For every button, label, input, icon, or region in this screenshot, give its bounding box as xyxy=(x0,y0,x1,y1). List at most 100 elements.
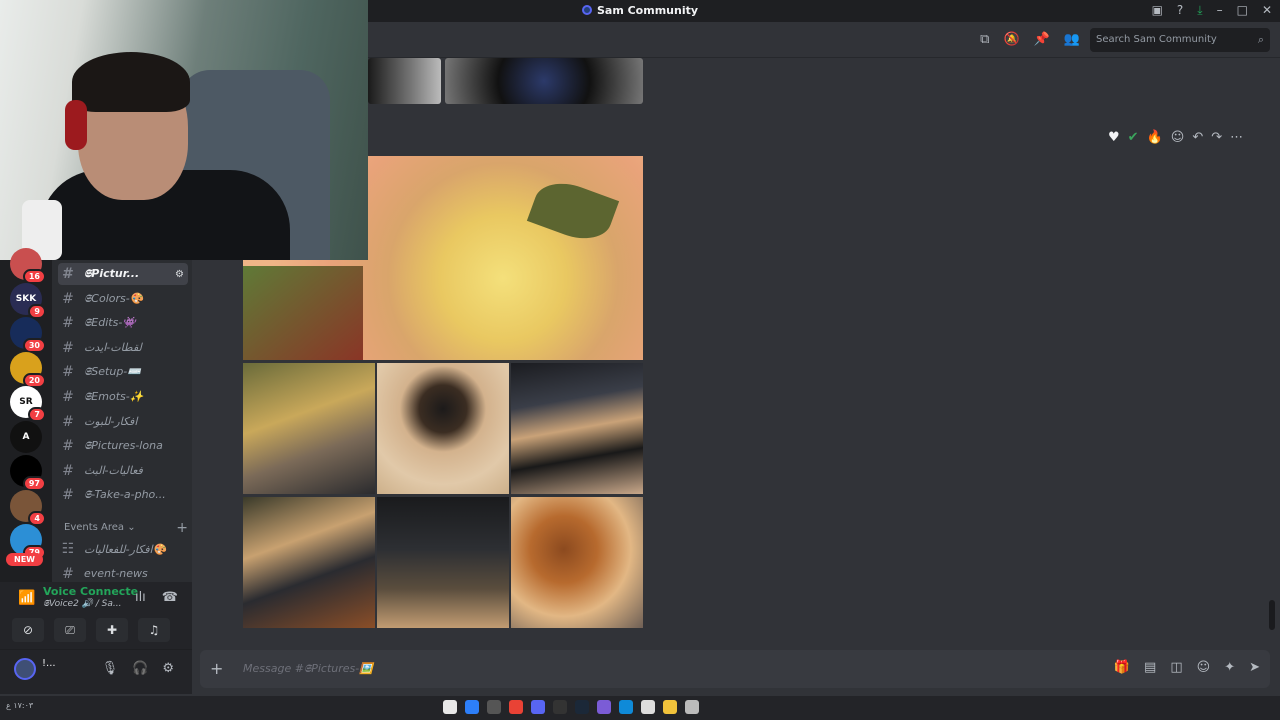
channel-item[interactable]: # 𝕾Edits-👾 xyxy=(58,312,188,334)
server-initials: SR xyxy=(19,397,33,407)
attachment-image[interactable] xyxy=(243,363,375,494)
download-icon[interactable]: ⤓ xyxy=(1197,3,1202,18)
taskbar-clock: ع‎ ١٧:٠٣ xyxy=(6,701,34,710)
taskbar-app-icon[interactable] xyxy=(553,700,567,714)
event-channel-item[interactable]: ☷ افكار-للفعاليات🎨 xyxy=(58,538,188,560)
channel-name: لقطات-ايدت xyxy=(84,341,142,355)
microphone-icon[interactable]: 🎙 xyxy=(102,661,119,676)
taskbar-app-icon[interactable] xyxy=(509,700,523,714)
server-icon[interactable]: 20 xyxy=(10,351,46,388)
attachment-thumbnail[interactable] xyxy=(368,58,441,104)
settings-gear-icon[interactable]: ⚙ xyxy=(162,661,174,676)
hash-icon: # xyxy=(62,339,74,356)
reply-icon[interactable]: ↶ xyxy=(1192,130,1203,145)
attachment-image[interactable] xyxy=(511,497,643,628)
mention-badge: 9 xyxy=(28,303,46,319)
taskbar-app-icon[interactable] xyxy=(575,700,589,714)
attachment-image[interactable] xyxy=(377,363,509,494)
taskbar-app-icon[interactable] xyxy=(531,700,545,714)
channel-item[interactable]: # 𝕾-Take-a-pho... xyxy=(58,484,188,506)
mention-badge: 30 xyxy=(22,338,46,353)
mention-badge: 4 xyxy=(28,510,46,526)
fire-reaction-icon[interactable]: 🔥 xyxy=(1147,130,1163,145)
channel-item[interactable]: # 𝕾Pictur... ⚙ xyxy=(58,263,188,285)
channel-name: 𝕾Pictur... xyxy=(84,267,140,280)
username[interactable]: !... xyxy=(42,658,56,669)
send-icon[interactable]: ➤ xyxy=(1249,660,1260,675)
noise-suppression-icon[interactable]: ılı xyxy=(135,590,146,605)
taskbar-app-icon[interactable] xyxy=(619,700,633,714)
heart-reaction-icon[interactable]: ♥ xyxy=(1108,130,1120,145)
taskbar-app-icon[interactable] xyxy=(487,700,501,714)
attach-plus-icon[interactable]: + xyxy=(210,659,223,678)
channel-list: Events Area ⌄ + # 𝕾Pictur... ⚙ # 𝕾Colors-🎨 # 𝕾… xyxy=(52,260,192,582)
gif-icon[interactable]: ▤ xyxy=(1144,660,1156,675)
camera-off-icon[interactable]: ⊘ xyxy=(12,618,44,642)
chevron-down-icon: ⌄ xyxy=(127,522,136,533)
taskbar-app-icon[interactable] xyxy=(641,700,655,714)
sticker-icon[interactable]: ◫ xyxy=(1170,660,1182,675)
taskbar-app-icon[interactable] xyxy=(685,700,699,714)
taskbar-app-icon[interactable] xyxy=(663,700,677,714)
channel-item[interactable]: # 𝕾Pictures-lona xyxy=(58,435,188,457)
more-icon[interactable]: ⋯ xyxy=(1230,130,1243,145)
maximize-icon[interactable]: □ xyxy=(1237,3,1248,18)
attachment-image[interactable] xyxy=(511,363,643,494)
event-channel-item[interactable]: # event-news xyxy=(58,563,188,582)
add-reaction-icon[interactable]: ☺ xyxy=(1171,130,1185,145)
members-icon[interactable]: 👥 xyxy=(1064,32,1080,47)
channel-settings-icon[interactable]: ⚙ xyxy=(175,269,184,280)
channel-name: فعاليات-البث xyxy=(84,464,143,478)
screen-share-icon[interactable]: ⎚ xyxy=(54,618,86,642)
channel-item[interactable]: # 𝕾Setup-⌨️ xyxy=(58,361,188,383)
server-icon[interactable]: 97 xyxy=(10,455,46,491)
search-input[interactable]: Search Sam Community ⌕ xyxy=(1090,28,1270,52)
server-icon[interactable]: 4 xyxy=(10,489,46,526)
attachment-image[interactable] xyxy=(377,497,509,628)
apps-icon[interactable]: ✦ xyxy=(1224,660,1235,675)
server-icon[interactable]: A xyxy=(10,420,42,453)
minimize-icon[interactable]: – xyxy=(1217,3,1223,18)
check-reaction-icon[interactable]: ✔ xyxy=(1128,130,1139,145)
taskbar-app-icon[interactable] xyxy=(443,700,457,714)
channel-item[interactable]: # 𝕾Colors-🎨 xyxy=(58,288,188,310)
server-icon[interactable]: 79 xyxy=(10,524,46,560)
taskbar-app-icon[interactable] xyxy=(597,700,611,714)
image-content xyxy=(526,173,620,249)
voice-channel[interactable]: 𝕾Voice2 🔊 / Sa... xyxy=(43,599,121,609)
pin-icon[interactable]: 📌 xyxy=(1034,32,1050,47)
notifications-icon[interactable]: 🔕 xyxy=(1003,32,1019,47)
attachment-image[interactable] xyxy=(243,497,375,628)
voice-status[interactable]: Voice Connecte xyxy=(43,585,138,598)
add-channel-icon[interactable]: + xyxy=(176,520,188,536)
channel-item[interactable]: # افكار-للبوت xyxy=(58,411,188,433)
server-icon[interactable]: 30 xyxy=(10,317,46,353)
server-icon[interactable]: SR 7 xyxy=(10,386,46,422)
scrollbar-thumb[interactable] xyxy=(1269,600,1275,630)
channel-item[interactable]: # فعاليات-البث xyxy=(58,460,188,482)
emoji-icon[interactable]: ☺ xyxy=(1197,660,1211,675)
threads-icon[interactable]: ⧉ xyxy=(980,32,989,47)
close-icon[interactable]: ✕ xyxy=(1262,3,1272,18)
message-composer[interactable]: + Message #𝕾Pictures-🖼️ 🎁 ▤ ◫ ☺ ✦ ➤ xyxy=(200,650,1270,688)
server-icon[interactable]: SKK 9 xyxy=(10,282,46,319)
server-icon[interactable]: 16 xyxy=(10,248,46,284)
headphones-icon[interactable]: 🎧 xyxy=(132,661,148,676)
gift-icon[interactable]: 🎁 xyxy=(1114,660,1130,675)
inbox-icon[interactable]: ▣ xyxy=(1152,3,1163,18)
soundboard-icon[interactable]: ♫ xyxy=(138,618,170,642)
taskbar-app-icon[interactable] xyxy=(465,700,479,714)
help-icon[interactable]: ? xyxy=(1177,3,1183,18)
channel-item[interactable]: # لقطات-ايدت xyxy=(58,337,188,359)
new-servers-pill[interactable]: NEW xyxy=(6,553,43,566)
attachment-thumbnail[interactable] xyxy=(445,58,643,104)
hash-icon: # xyxy=(62,565,74,582)
message-input[interactable]: Message #𝕾Pictures-🖼️ xyxy=(243,662,373,676)
disconnect-icon[interactable]: ☎ xyxy=(162,590,178,605)
activities-icon[interactable]: ✚ xyxy=(96,618,128,642)
forward-icon[interactable]: ↷ xyxy=(1211,130,1222,145)
channel-item[interactable]: # 𝕾Emots-✨ xyxy=(58,386,188,408)
avatar[interactable] xyxy=(14,658,36,680)
category-events[interactable]: Events Area ⌄ + xyxy=(64,520,188,536)
hash-icon: # xyxy=(62,487,74,504)
